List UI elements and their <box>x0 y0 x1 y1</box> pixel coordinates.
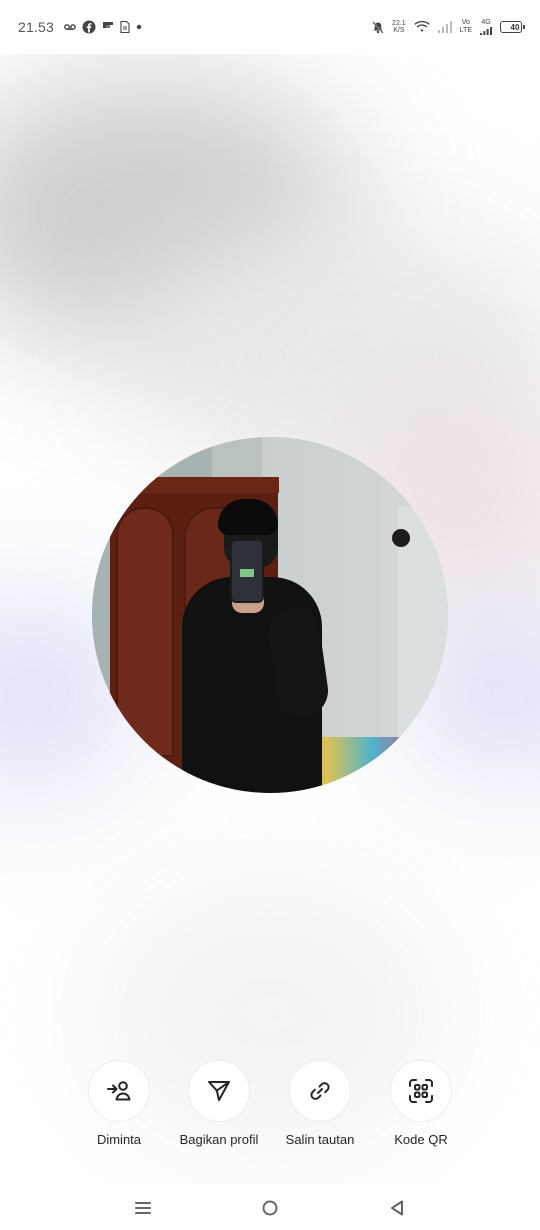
requested-label: Diminta <box>96 1132 142 1147</box>
signal-strong-icon <box>480 27 492 35</box>
photo-phone-detail <box>240 569 254 577</box>
qr-code-label: Kode QR <box>394 1132 448 1147</box>
network-type-label: 4G <box>481 19 491 26</box>
status-bar: 21.53 22.1 K/S Vo LTE 4G 40 <box>0 0 540 54</box>
qr-code-button[interactable] <box>390 1060 452 1122</box>
copy-link-label: Salin tautan <box>285 1132 355 1147</box>
battery-icon: 40 <box>500 21 525 33</box>
document-icon <box>120 21 130 33</box>
photo-wardrobe-top <box>104 477 279 493</box>
copy-link-button[interactable] <box>289 1060 351 1122</box>
signal-weak-icon <box>437 21 452 33</box>
profile-actions: Diminta Bagikan profil Salin tautan Kode… <box>0 1060 540 1150</box>
more-notifications-dot-icon <box>136 24 142 30</box>
status-right: 22.1 K/S Vo LTE 4G 40 <box>372 19 525 35</box>
requested-action[interactable]: Diminta <box>64 1060 174 1147</box>
qr-scan-icon <box>409 1079 433 1103</box>
network-speed-unit: K/S <box>393 27 405 34</box>
share-profile-action[interactable]: Bagikan profil <box>164 1060 274 1147</box>
requested-button[interactable] <box>88 1060 150 1122</box>
volte-bottom: LTE <box>459 27 472 34</box>
voicemail-icon <box>64 22 76 32</box>
network-speed-value: 22.1 <box>392 20 406 27</box>
send-icon <box>208 1081 230 1101</box>
flipboard-icon <box>102 21 114 33</box>
volte-top: Vo <box>461 19 470 26</box>
facebook-icon <box>82 20 96 34</box>
photo-door-knob <box>392 529 410 547</box>
copy-link-action[interactable]: Salin tautan <box>265 1060 375 1147</box>
share-profile-button[interactable] <box>188 1060 250 1122</box>
recent-apps-button[interactable] <box>123 1188 163 1228</box>
qr-code-action[interactable]: Kode QR <box>366 1060 476 1147</box>
mute-bell-icon <box>372 20 384 34</box>
battery-percent: 40 <box>510 22 520 32</box>
photo-person-hair <box>218 499 278 535</box>
circle-home-icon <box>262 1200 278 1215</box>
wifi-icon <box>413 21 430 33</box>
triangle-back-icon <box>390 1200 403 1215</box>
profile-picture[interactable] <box>92 437 448 793</box>
status-time: 21.53 <box>18 19 55 35</box>
photo-wardrobe-door <box>116 507 174 757</box>
link-icon <box>310 1082 330 1100</box>
status-left: 21.53 <box>18 19 142 35</box>
home-button[interactable] <box>250 1188 290 1228</box>
system-navigation-bar <box>0 1185 540 1230</box>
network-speed: 22.1 K/S <box>392 20 406 34</box>
user-requested-icon <box>107 1081 131 1101</box>
share-profile-label: Bagikan profil <box>179 1132 259 1147</box>
volte-indicator: Vo LTE <box>460 19 472 35</box>
network-type: 4G <box>480 19 492 35</box>
back-button[interactable] <box>377 1188 417 1228</box>
menu-icon <box>135 1201 152 1214</box>
